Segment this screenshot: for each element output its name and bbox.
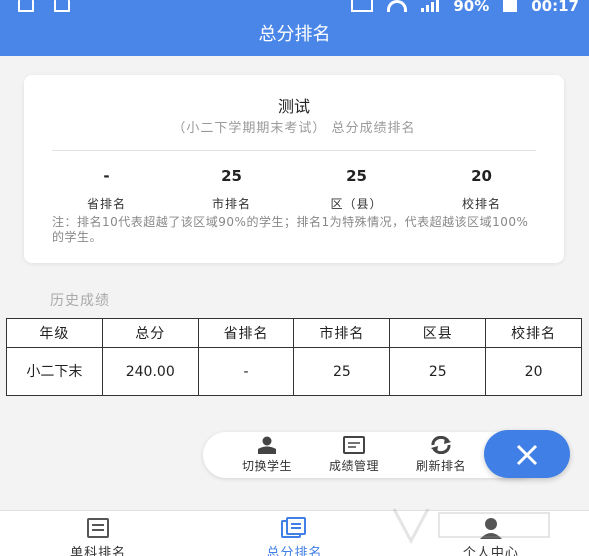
fab-item-label: 切换学生	[241, 459, 292, 473]
battery-icon	[503, 0, 518, 12]
score-management-button[interactable]: 成绩管理	[314, 436, 394, 474]
rank-value: 25	[221, 167, 242, 185]
rank-district: 25 区（县）	[294, 167, 419, 212]
refresh-rank-button[interactable]: 刷新排名	[401, 436, 481, 474]
column-header: 市排名	[293, 318, 391, 348]
score-card-icon	[343, 436, 365, 454]
table-cell: 240.00	[101, 347, 199, 396]
rank-label: 区（县）	[330, 197, 383, 211]
page-title: 总分排名	[258, 24, 331, 45]
nav-total-rank[interactable]: 总分排名	[196, 511, 392, 556]
table-cell: 小二下末	[6, 347, 103, 396]
app-bar: 总分排名	[0, 14, 589, 56]
table-cell: 20	[485, 347, 582, 396]
clock: 00:17	[531, 0, 579, 15]
document-icon	[87, 518, 110, 538]
table-cell: 25	[293, 347, 391, 396]
table-header-row: 年级 总分 省排名 市排名 区县 校排名	[6, 318, 582, 348]
rank-city: 25 市排名	[169, 167, 294, 212]
fab-item-label: 刷新排名	[415, 459, 466, 473]
signal-icon	[421, 0, 440, 12]
student-name: 测试	[277, 97, 310, 116]
refresh-icon	[431, 436, 451, 454]
table-row: 小二下末 240.00 - 25 25 20	[6, 347, 582, 396]
rank-school: 20 校排名	[419, 167, 544, 212]
rank-note: 注：排名10代表超越了该区域90%的学生；排名1为特殊情况，代表超越该区域100…	[52, 215, 529, 244]
rank-value: 25	[346, 167, 367, 185]
rank-value: -	[103, 167, 110, 185]
column-header: 校排名	[485, 318, 582, 348]
watermark-logo	[392, 508, 550, 545]
history-title: 历史成绩	[50, 293, 110, 309]
nav-label: 总分排名	[266, 546, 323, 556]
close-icon	[516, 444, 538, 466]
rank-value: 20	[471, 167, 492, 185]
documents-icon	[281, 517, 307, 538]
nav-label: 单科排名	[70, 546, 127, 556]
rank-province: - 省排名	[44, 167, 169, 212]
student-icon	[258, 436, 276, 454]
exam-subtitle: （小二下学期期末考试） 总分成绩排名	[172, 121, 416, 136]
column-header: 省排名	[197, 318, 295, 348]
fab-item-label: 成绩管理	[328, 459, 379, 473]
add-notification-icon	[54, 0, 70, 12]
column-header: 总分	[101, 318, 199, 348]
history-table: 年级 总分 省排名 市排名 区县 校排名 小二下末 240.00 - 25 25…	[6, 318, 582, 396]
column-header: 区县	[389, 318, 487, 348]
rank-row: - 省排名 25 市排名 25 区（县） 20 校排名	[44, 167, 544, 212]
table-cell: -	[197, 347, 295, 396]
image-notification-icon	[18, 0, 34, 12]
rank-label: 校排名	[461, 197, 501, 211]
switch-student-button[interactable]: 切换学生	[227, 436, 307, 474]
column-header: 年级	[6, 318, 103, 348]
wifi-icon	[387, 0, 408, 12]
rank-summary-card: 测试 （小二下学期期末考试） 总分成绩排名 - 省排名 25 市排名 25 区（…	[24, 75, 564, 263]
table-cell: 25	[389, 347, 487, 396]
status-bar: 90% 00:17	[0, 0, 589, 15]
rank-label: 省排名	[86, 197, 126, 211]
rank-label: 市排名	[211, 197, 251, 211]
battery-percent: 90%	[453, 0, 490, 15]
close-fab-button[interactable]	[484, 430, 570, 478]
divider	[52, 150, 536, 151]
nav-single-subject-rank[interactable]: 单科排名	[0, 511, 196, 556]
vibrate-icon	[351, 0, 374, 12]
